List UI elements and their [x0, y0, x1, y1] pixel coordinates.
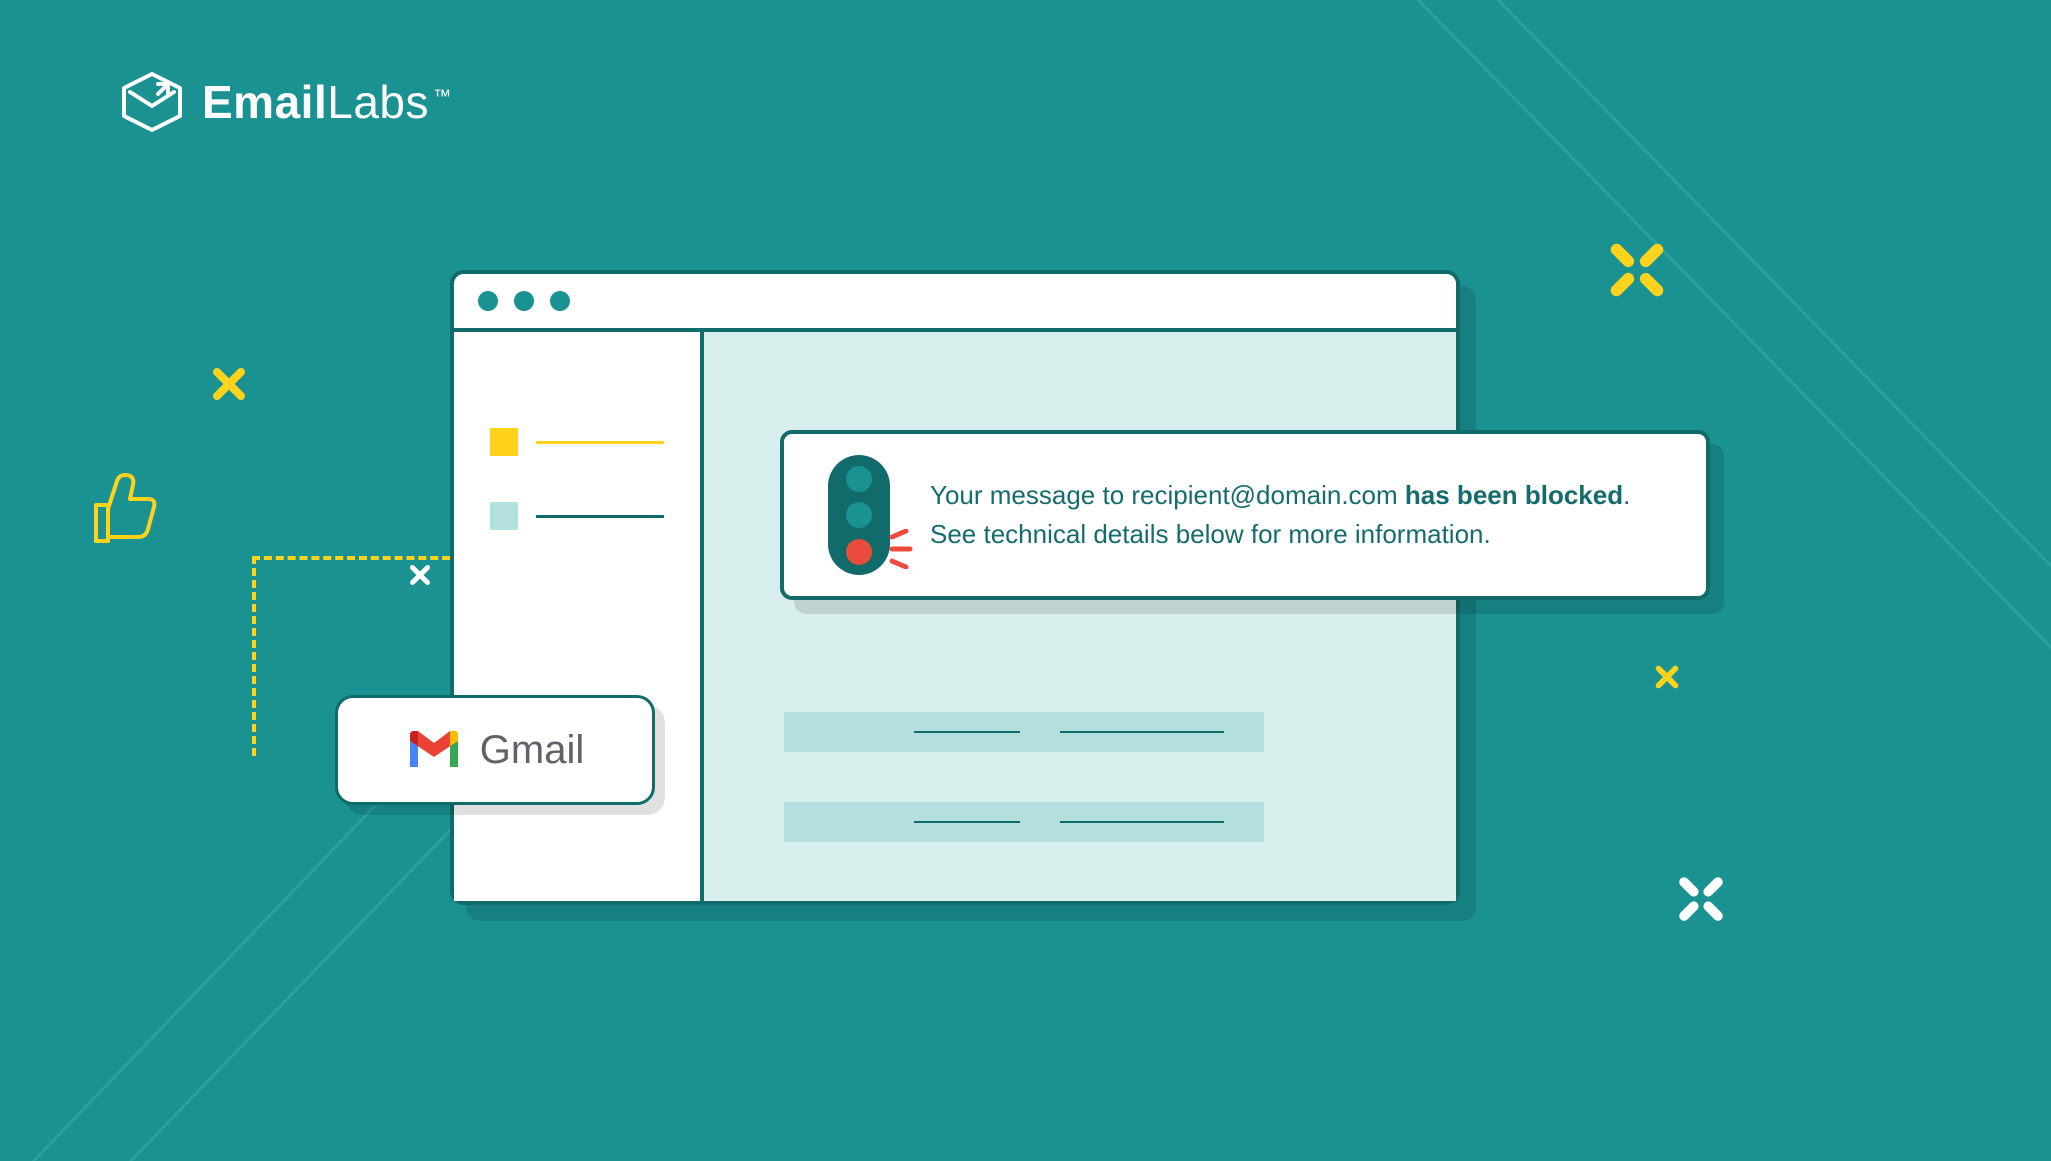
spark-burst-icon	[1602, 235, 1672, 305]
window-content	[704, 332, 1456, 901]
spark-burst-icon	[1672, 870, 1730, 928]
sidebar	[454, 332, 704, 901]
sidebar-marker-yellow	[490, 428, 518, 456]
gmail-badge: Gmail	[335, 695, 655, 805]
spark-icon	[405, 560, 435, 590]
window-body	[454, 332, 1456, 901]
traffic-light-dot-red	[846, 539, 872, 565]
placeholder-line	[1060, 731, 1224, 733]
brand-name-strong: Email	[202, 76, 327, 128]
placeholder-line	[914, 821, 1020, 823]
brand-tm: ™	[433, 86, 452, 106]
brand-logo-icon	[120, 70, 184, 134]
error-blocked: has been blocked	[1398, 480, 1623, 510]
content-placeholder-row	[784, 712, 1264, 752]
spark-icon	[205, 360, 253, 408]
spark-icon	[1650, 660, 1684, 694]
error-line1-tail: .	[1623, 480, 1630, 510]
window-titlebar	[454, 274, 1456, 332]
sidebar-line	[536, 515, 664, 518]
traffic-light-dot	[846, 466, 872, 492]
error-line1-pre: Your message to	[930, 480, 1131, 510]
sidebar-item	[490, 428, 664, 456]
placeholder-line	[1060, 821, 1224, 823]
gmail-icon	[406, 729, 462, 771]
brand-logo-text: EmailLabs™	[202, 75, 451, 129]
traffic-light-dot	[846, 502, 872, 528]
alert-emit-icon	[888, 529, 916, 569]
window-dot	[550, 291, 570, 311]
gmail-label: Gmail	[480, 728, 584, 773]
sidebar-marker-mint	[490, 502, 518, 530]
window-dot	[514, 291, 534, 311]
brand-logo: EmailLabs™	[120, 70, 451, 134]
error-notification: Your message to recipient@domain.com has…	[780, 430, 1710, 600]
error-message: Your message to recipient@domain.com has…	[930, 476, 1630, 554]
error-line2: See technical details below for more inf…	[930, 519, 1491, 549]
thumbs-up-icon	[80, 465, 166, 551]
sidebar-line	[536, 441, 664, 444]
content-placeholder-row	[784, 802, 1264, 842]
brand-name-light: Labs	[327, 76, 429, 128]
sidebar-item	[490, 502, 664, 530]
error-recipient: recipient@domain.com	[1131, 480, 1397, 510]
window-dot	[478, 291, 498, 311]
traffic-light-icon	[828, 455, 890, 575]
placeholder-line	[914, 731, 1020, 733]
